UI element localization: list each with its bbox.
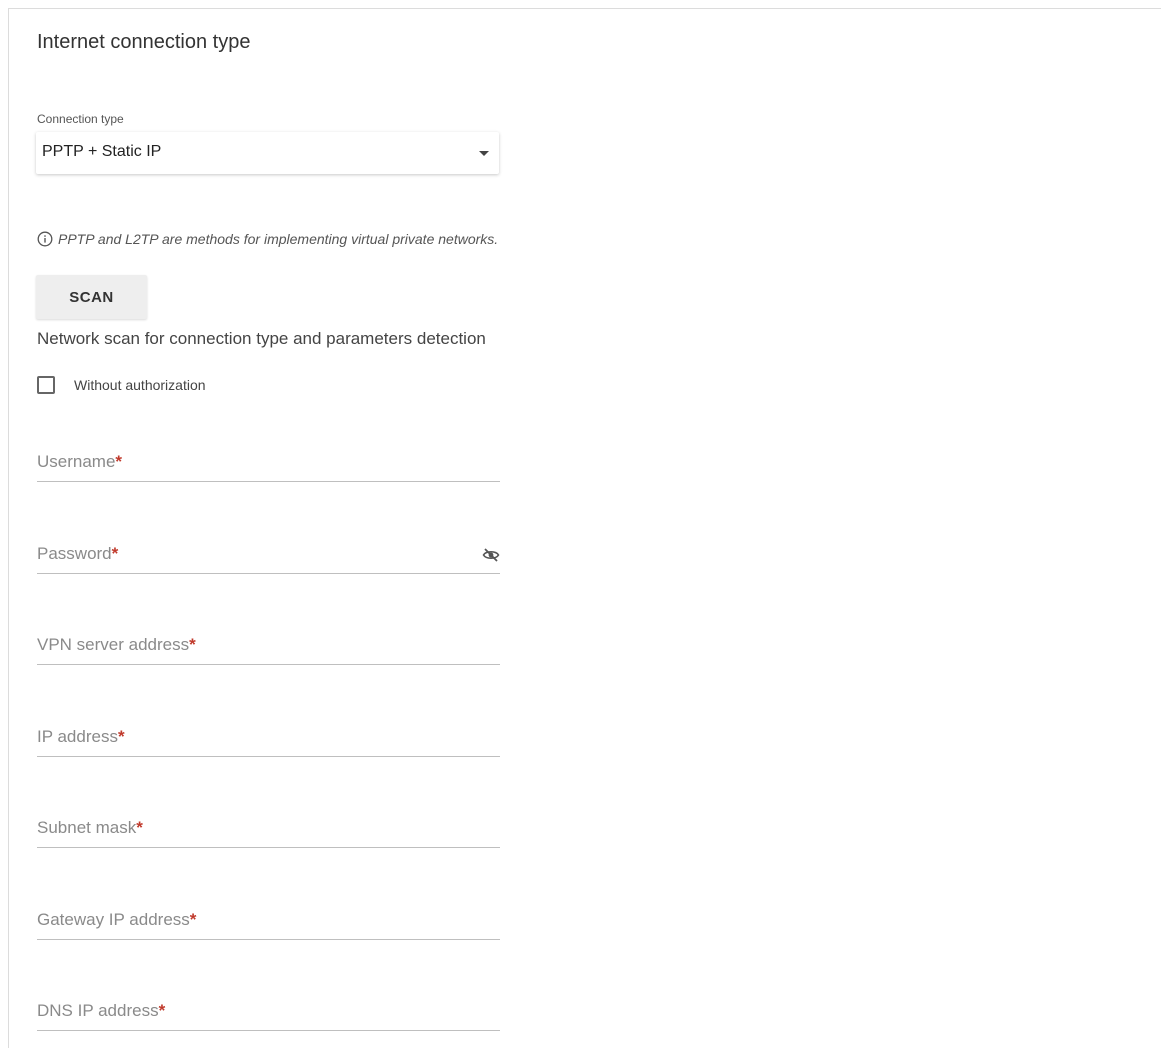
- gateway-ip-address-label: Gateway IP address*: [37, 910, 197, 929]
- username-field[interactable]: Username*: [37, 442, 500, 482]
- ip-address-field[interactable]: IP address*: [37, 717, 500, 757]
- gateway-ip-address-field[interactable]: Gateway IP address*: [37, 900, 500, 940]
- required-mark: *: [111, 544, 119, 563]
- eye-off-icon[interactable]: [482, 547, 500, 563]
- required-mark: *: [115, 452, 123, 471]
- connection-type-select[interactable]: PPTP + Static IP: [36, 132, 499, 174]
- connection-type-label: Connection type: [37, 112, 124, 126]
- caret-down-icon: [479, 151, 489, 156]
- subnet-mask-label: Subnet mask*: [37, 818, 143, 837]
- password-field[interactable]: Password*: [37, 534, 500, 574]
- scan-button[interactable]: SCAN: [36, 275, 147, 319]
- scan-description: Network scan for connection type and par…: [37, 329, 486, 348]
- connection-type-value: PPTP + Static IP: [42, 143, 162, 160]
- without-authorization-label: Without authorization: [74, 377, 206, 393]
- username-label: Username*: [37, 452, 123, 471]
- required-mark: *: [136, 818, 143, 837]
- required-mark: *: [117, 727, 125, 746]
- password-label: Password*: [37, 544, 119, 563]
- dns-ip-address-field[interactable]: DNS IP address*: [37, 991, 500, 1031]
- info-text: PPTP and L2TP are methods for implementi…: [58, 231, 499, 247]
- subnet-mask-field[interactable]: Subnet mask*: [37, 808, 500, 848]
- info-note: PPTP and L2TP are methods for implementi…: [37, 231, 498, 247]
- required-mark: *: [158, 1001, 166, 1020]
- vpn-server-address-field[interactable]: VPN server address*: [37, 625, 500, 665]
- without-authorization-checkbox[interactable]: [37, 376, 55, 394]
- vpn-server-address-label: VPN server address*: [37, 635, 196, 654]
- required-mark: *: [189, 910, 197, 929]
- dns-ip-address-label: DNS IP address*: [37, 1001, 166, 1020]
- page-title: Internet connection type: [37, 31, 251, 53]
- connection-settings-card: Internet connection type Connection type…: [8, 8, 1161, 1048]
- required-mark: *: [189, 635, 196, 654]
- ip-address-label: IP address*: [37, 727, 125, 746]
- without-authorization-option[interactable]: Without authorization: [37, 376, 206, 394]
- info-circle-icon: [37, 231, 53, 247]
